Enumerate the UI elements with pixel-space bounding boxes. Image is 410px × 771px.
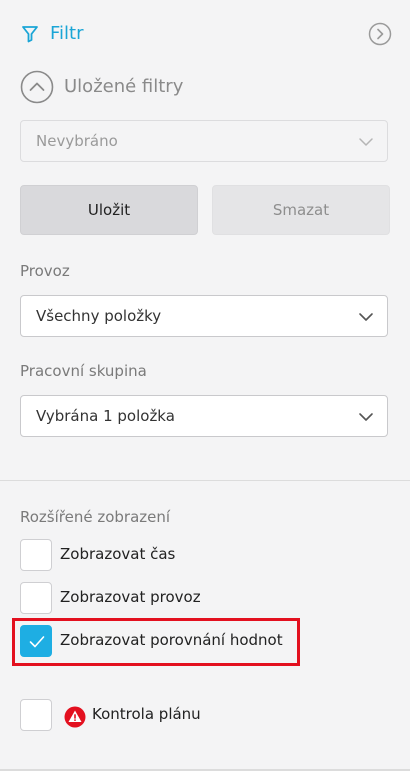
plan-check-label: Kontrola plánu xyxy=(92,705,201,723)
provoz-select[interactable]: Všechny položky xyxy=(20,295,388,337)
provoz-value: Všechny položky xyxy=(36,307,162,325)
chevron-right-circle-icon[interactable] xyxy=(368,22,392,46)
plan-check-checkbox[interactable] xyxy=(20,699,52,731)
save-button[interactable]: Uložit xyxy=(20,185,198,235)
saved-filter-value: Nevybráno xyxy=(36,132,118,150)
option-show-time[interactable]: Zobrazovat čas xyxy=(20,539,380,573)
chevron-up-circle-icon[interactable] xyxy=(20,70,54,104)
funnel-icon xyxy=(22,26,38,43)
delete-button[interactable]: Smazat xyxy=(212,185,390,235)
workgroup-label: Pracovní skupina xyxy=(20,362,147,380)
workgroup-value: Vybrána 1 položka xyxy=(36,407,175,425)
section-divider xyxy=(0,480,410,481)
provoz-label: Provoz xyxy=(20,262,70,280)
highlight-box xyxy=(12,618,300,666)
warning-icon xyxy=(64,706,86,728)
chevron-down-icon xyxy=(359,138,373,146)
show-time-label: Zobrazovat čas xyxy=(60,545,176,563)
option-plan-check[interactable]: Kontrola plánu xyxy=(20,699,380,733)
chevron-down-icon xyxy=(359,313,373,321)
chevron-down-icon xyxy=(359,413,373,421)
filter-panel: Filtr Uložené filtry Nevybráno Uložit Sm… xyxy=(0,0,410,771)
workgroup-select[interactable]: Vybrána 1 položka xyxy=(20,395,388,437)
show-time-checkbox[interactable] xyxy=(20,539,52,571)
saved-filters-label: Uložené filtry xyxy=(64,76,184,97)
show-provoz-label: Zobrazovat provoz xyxy=(60,588,201,606)
saved-filter-select[interactable]: Nevybráno xyxy=(20,120,388,162)
show-provoz-checkbox[interactable] xyxy=(20,582,52,614)
saved-filters-toggle[interactable]: Uložené filtry xyxy=(20,70,380,104)
filter-title: Filtr xyxy=(50,23,84,44)
extended-view-label: Rozšířené zobrazení xyxy=(20,508,171,526)
option-show-provoz[interactable]: Zobrazovat provoz xyxy=(20,582,380,616)
filter-header: Filtr xyxy=(20,20,392,48)
